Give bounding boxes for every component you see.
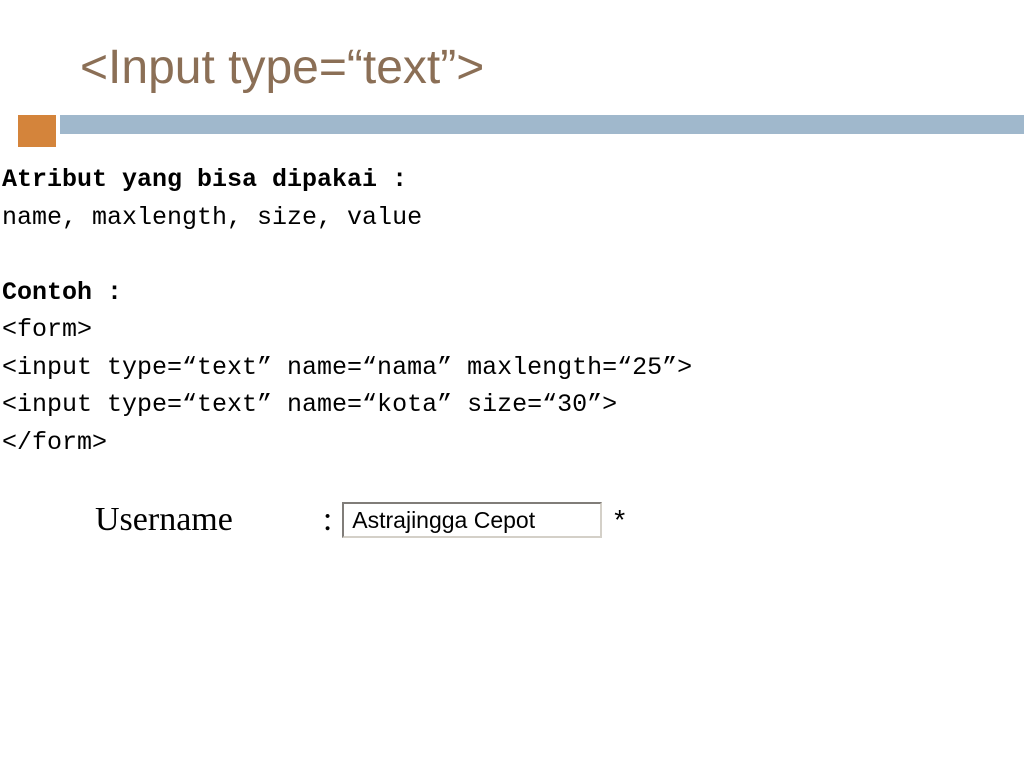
blue-accent-bar <box>60 115 1024 134</box>
required-asterisk: * <box>614 504 625 536</box>
example-heading: Contoh : <box>2 274 1024 312</box>
label-colon: : <box>323 501 332 539</box>
code-line-3: <input type=“text” name=“kota” size=“30”… <box>2 386 1024 424</box>
rendered-example-row: Username : * <box>0 501 1024 539</box>
attributes-list: name, maxlength, size, value <box>2 199 1024 237</box>
code-line-2: <input type=“text” name=“nama” maxlength… <box>2 349 1024 387</box>
username-label: Username <box>95 501 233 539</box>
blank-line <box>2 236 1024 274</box>
slide-content: Atribut yang bisa dipakai : name, maxlen… <box>0 147 1024 461</box>
code-line-4: </form> <box>2 424 1024 462</box>
username-input[interactable] <box>342 502 602 538</box>
title-divider <box>0 115 1024 147</box>
orange-accent-block <box>18 115 56 147</box>
attributes-heading: Atribut yang bisa dipakai : <box>2 161 1024 199</box>
code-line-1: <form> <box>2 311 1024 349</box>
slide-title: <Input type=“text”> <box>0 0 1024 115</box>
